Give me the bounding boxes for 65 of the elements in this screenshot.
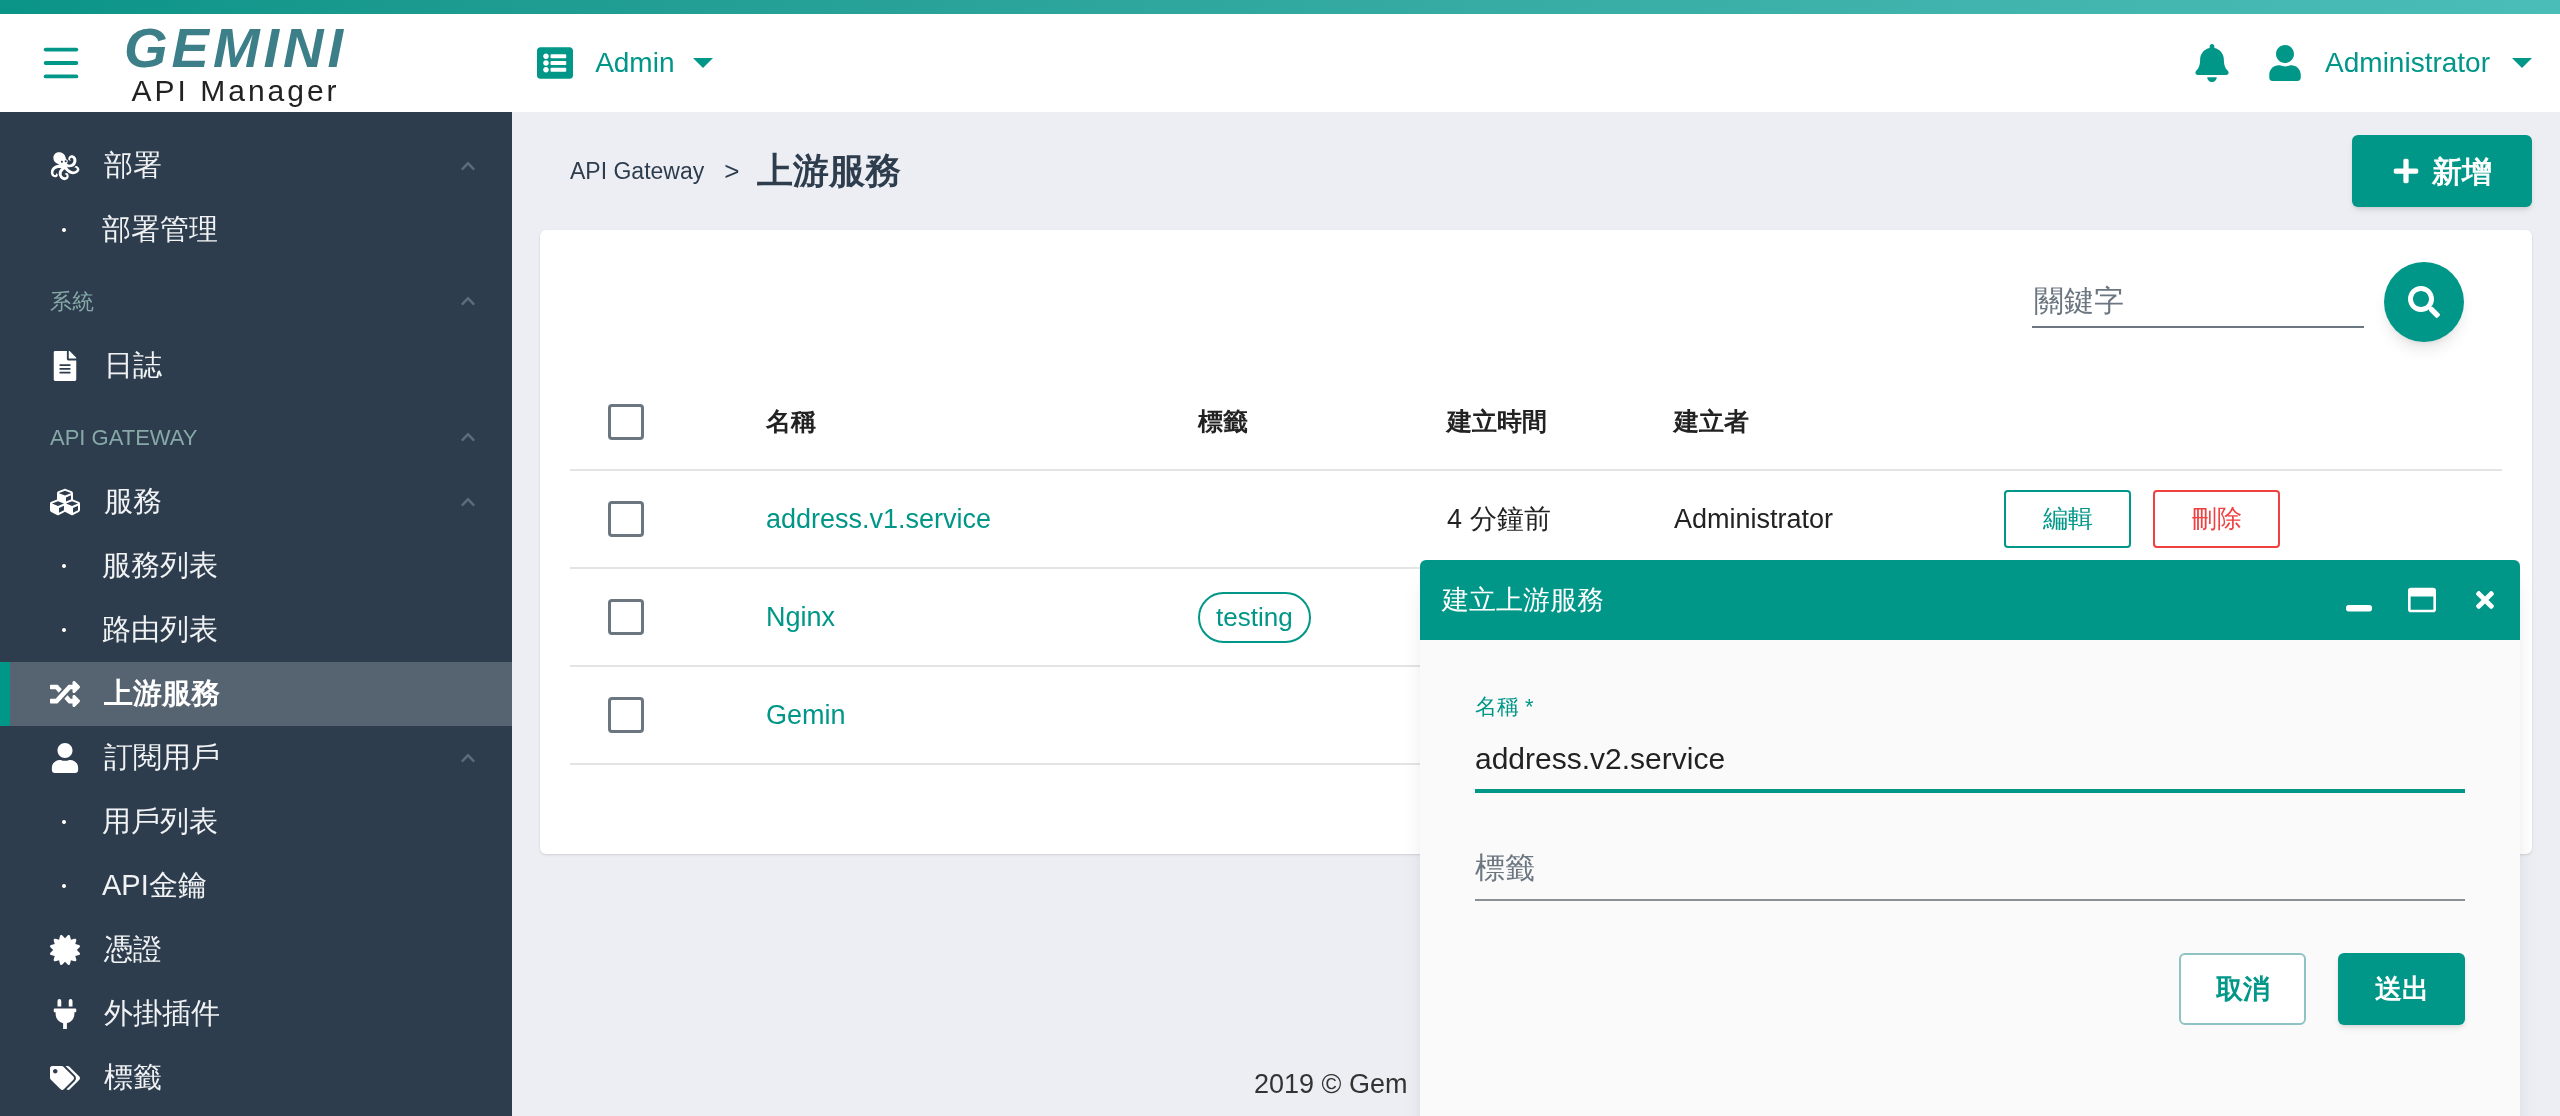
- user-icon: [50, 743, 80, 773]
- logo: GEMINI API Manager: [124, 20, 348, 106]
- field-label: 名稱 *: [1475, 693, 1535, 721]
- bullet-icon: [62, 228, 66, 232]
- caret-icon: [692, 58, 713, 68]
- dialog-title: 建立上游服務: [1442, 583, 1604, 617]
- sidebar-subitem[interactable]: API金鑰: [0, 854, 512, 918]
- bullet-icon: [62, 628, 66, 632]
- sidebar-section-title: 系統: [50, 287, 94, 316]
- table-cell: Administrator: [1674, 503, 1834, 534]
- user-icon: [2269, 45, 2302, 81]
- sidebar-item[interactable]: 憑證: [0, 918, 512, 982]
- add-button[interactable]: 新增: [2352, 135, 2532, 207]
- sidebar-item[interactable]: 服務: [0, 470, 512, 534]
- column-header: 標籤: [1198, 407, 1248, 436]
- service-name-link[interactable]: address.v1.service: [766, 503, 992, 534]
- sidebar-subitem[interactable]: 路由列表: [0, 598, 512, 662]
- submit-button[interactable]: 送出: [2338, 953, 2465, 1025]
- user-menu[interactable]: Administrator: [2269, 42, 2532, 84]
- sidebar-item[interactable]: 日誌: [0, 334, 512, 398]
- footer-text: 2019 © Gem: [1254, 1068, 1408, 1099]
- checkbox[interactable]: [608, 697, 644, 733]
- sidebar-item[interactable]: 上游服務: [0, 662, 512, 726]
- bullet-icon: [62, 820, 66, 824]
- search-field[interactable]: 關鍵字: [2032, 276, 2364, 328]
- sidebar-item[interactable]: 部署: [0, 134, 512, 198]
- search-icon: [2408, 286, 2440, 318]
- table-cell: 4 分鐘前: [1447, 503, 1551, 534]
- bullet-icon: [62, 884, 66, 888]
- sidebar-subitem[interactable]: 服務列表: [0, 534, 512, 598]
- caret-icon: [2512, 58, 2532, 68]
- tags-icon: [50, 1063, 80, 1093]
- bullet-icon: [62, 564, 66, 568]
- service-name-link[interactable]: Gemin: [766, 699, 846, 730]
- plus-icon: [2392, 157, 2420, 185]
- checkbox[interactable]: [608, 599, 644, 635]
- octopus-icon: [50, 151, 80, 181]
- column-header: 建立者: [1674, 407, 1749, 436]
- checkbox[interactable]: [608, 501, 644, 537]
- text-field[interactable]: 標籤: [1475, 837, 2465, 901]
- breadcrumb-separator: >: [724, 154, 740, 188]
- column-header: 建立時間: [1447, 407, 1547, 436]
- app-switcher[interactable]: Admin: [537, 42, 713, 84]
- shuffle-icon: [50, 679, 80, 709]
- notification-bell-icon[interactable]: [2195, 44, 2230, 82]
- sidebar-section-title: API GATEWAY: [50, 423, 198, 452]
- sidebar-subitem[interactable]: 用戶列表: [0, 790, 512, 854]
- column-header: 名稱: [766, 407, 816, 436]
- checkbox[interactable]: [608, 403, 644, 440]
- sidebar-item[interactable]: 外掛插件: [0, 982, 512, 1046]
- service-name-link[interactable]: Nginx: [766, 601, 836, 632]
- page-title: 上游服務: [757, 149, 902, 193]
- sidebar-item[interactable]: 標籤: [0, 1046, 512, 1110]
- text-field[interactable]: address.v2.service: [1475, 729, 2465, 793]
- edit-button[interactable]: 編輯: [2004, 490, 2131, 548]
- tag-chip: testing: [1198, 591, 1311, 643]
- maximize-icon[interactable]: [2408, 586, 2436, 614]
- sidebar-subitem[interactable]: 部署管理: [0, 198, 512, 262]
- breadcrumb-link[interactable]: API Gateway: [570, 153, 705, 189]
- delete-button[interactable]: 刪除: [2153, 490, 2280, 548]
- badge-icon: [50, 935, 80, 965]
- cancel-button[interactable]: 取消: [2179, 953, 2306, 1025]
- cubes-icon: [50, 487, 80, 517]
- list-icon: [537, 45, 574, 81]
- sidebar-item[interactable]: 訂閱用戶: [0, 726, 512, 790]
